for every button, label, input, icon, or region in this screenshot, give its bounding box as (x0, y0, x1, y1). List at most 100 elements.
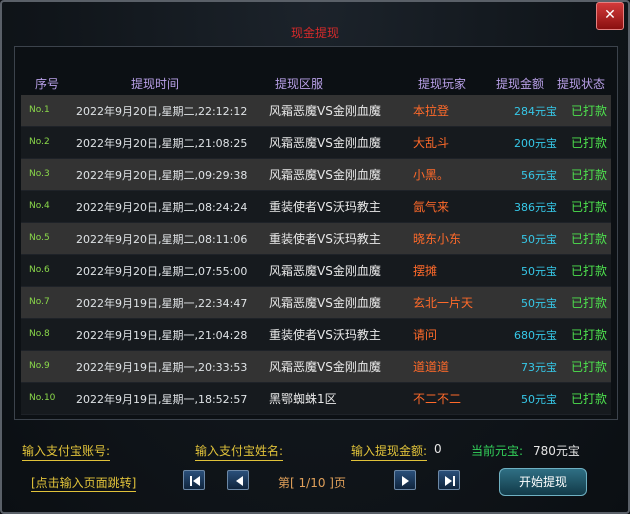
row-player: 不二不二 (413, 392, 462, 406)
first-page-button[interactable] (183, 470, 205, 490)
last-page-button[interactable] (438, 470, 460, 490)
col-server: 提现区服 (275, 77, 324, 91)
page-prefix: 第[ (278, 476, 295, 490)
row-status: 已打款 (571, 200, 608, 214)
balance-value: 780元宝 (533, 444, 580, 458)
row-index: No.1 (29, 105, 50, 115)
table-row: No.1 2022年9月20日,星期二,22:12:12 风霜恶魔VS金刚血魔 本拉登… (21, 95, 611, 127)
page-value: 1/10 (298, 476, 326, 490)
row-index: No.2 (29, 137, 50, 147)
withdraw-window: 现金提现 ✕ 序号 提现时间 提现区服 提现玩家 提现金额 提现状态 No.1 2… (0, 0, 630, 514)
balance-label: 当前元宝: (471, 444, 524, 458)
page-jump-link[interactable]: [点击输入页面跳转] (31, 474, 137, 492)
alipay-account-input[interactable]: 输入支付宝账号: (22, 442, 111, 461)
row-amount: 386元宝 (514, 201, 557, 214)
row-server: 风霜恶魔VS金刚血魔 (269, 136, 381, 150)
row-status: 已打款 (571, 392, 608, 406)
row-player: 晓东小东 (413, 232, 462, 246)
next-page-icon (402, 476, 409, 486)
row-index: No.10 (29, 393, 56, 403)
close-button[interactable]: ✕ (596, 2, 624, 30)
row-index: No.7 (29, 297, 50, 307)
row-player: 道道道 (413, 360, 450, 374)
row-status: 已打款 (571, 168, 608, 182)
table-row: No.2 2022年9月20日,星期二,21:08:25 风霜恶魔VS金刚血魔 大乱斗… (21, 127, 611, 159)
row-server: 黑鄂蜘蛛1区 (269, 392, 337, 406)
col-index: 序号 (35, 77, 60, 91)
alipay-name-input[interactable]: 输入支付宝姓名: (195, 442, 284, 461)
row-status: 已打款 (571, 328, 608, 342)
row-status: 已打款 (571, 136, 608, 150)
row-time: 2022年9月20日,星期二,08:24:24 (76, 201, 248, 214)
row-player: 请问 (413, 328, 438, 342)
row-time: 2022年9月19日,星期一,22:34:47 (76, 297, 248, 310)
row-index: No.5 (29, 233, 50, 243)
start-withdraw-button[interactable]: 开始提现 (499, 468, 587, 496)
row-status: 已打款 (571, 104, 608, 118)
row-player: 本拉登 (413, 104, 450, 118)
col-amount: 提现金额 (496, 77, 545, 91)
table-row: No.9 2022年9月19日,星期一,20:33:53 风霜恶魔VS金刚血魔 道道道… (21, 351, 611, 383)
row-player: 摆摊 (413, 264, 438, 278)
row-status: 已打款 (571, 264, 608, 278)
last-page-icon (445, 476, 455, 486)
row-player: 大乱斗 (413, 136, 450, 150)
withdraw-amount-value: 0 (434, 442, 442, 456)
row-time: 2022年9月20日,星期二,08:11:06 (76, 233, 248, 246)
table-row: No.4 2022年9月20日,星期二,08:24:24 重装使者VS沃玛教主 氤气来… (21, 191, 611, 223)
row-amount: 50元宝 (521, 233, 557, 246)
table-row: No.7 2022年9月19日,星期一,22:34:47 风霜恶魔VS金刚血魔 玄北一… (21, 287, 611, 319)
row-amount: 50元宝 (521, 393, 557, 406)
row-amount: 200元宝 (514, 137, 557, 150)
row-amount: 680元宝 (514, 329, 557, 342)
row-server: 风霜恶魔VS金刚血魔 (269, 264, 381, 278)
footer: 输入支付宝账号: 输入支付宝姓名: 输入提现金额: 0 当前元宝: 780元宝 … (2, 432, 628, 512)
row-player: 氤气来 (413, 200, 450, 214)
row-time: 2022年9月20日,星期二,09:29:38 (76, 169, 248, 182)
row-server: 重装使者VS沃玛教主 (269, 232, 381, 246)
row-server: 风霜恶魔VS金刚血魔 (269, 104, 381, 118)
prev-page-button[interactable] (227, 470, 249, 490)
table-row: No.8 2022年9月19日,星期一,21:04:28 重装使者VS沃玛教主 请问 6… (21, 319, 611, 351)
col-player: 提现玩家 (418, 77, 467, 91)
row-amount: 50元宝 (521, 297, 557, 310)
row-amount: 73元宝 (521, 361, 557, 374)
row-amount: 56元宝 (521, 169, 557, 182)
row-time: 2022年9月19日,星期一,21:04:28 (76, 329, 248, 342)
table-row: No.10 2022年9月19日,星期一,18:52:57 黑鄂蜘蛛1区 不二不二 50… (21, 383, 611, 415)
prev-page-icon (236, 476, 243, 486)
row-server: 风霜恶魔VS金刚血魔 (269, 296, 381, 310)
row-index: No.3 (29, 169, 50, 179)
table-row: No.6 2022年9月20日,星期二,07:55:00 风霜恶魔VS金刚血魔 摆摊 5… (21, 255, 611, 287)
row-player: 小黑。 (413, 168, 450, 182)
window-title: 现金提现 (290, 26, 339, 40)
table-row: No.3 2022年9月20日,星期二,09:29:38 风霜恶魔VS金刚血魔 小黑。… (21, 159, 611, 191)
row-amount: 50元宝 (521, 265, 557, 278)
row-server: 重装使者VS沃玛教主 (269, 200, 381, 214)
first-page-icon (190, 476, 200, 486)
row-player: 玄北一片天 (413, 296, 474, 310)
next-page-button[interactable] (394, 470, 416, 490)
table-header: 序号 提现时间 提现区服 提现玩家 提现金额 提现状态 (15, 47, 617, 91)
row-time: 2022年9月20日,星期二,22:12:12 (76, 105, 248, 118)
row-server: 重装使者VS沃玛教主 (269, 328, 381, 342)
row-index: No.9 (29, 361, 50, 371)
row-server: 风霜恶魔VS金刚血魔 (269, 168, 381, 182)
withdraw-amount-input[interactable]: 输入提现金额: (351, 442, 428, 461)
row-server: 风霜恶魔VS金刚血魔 (269, 360, 381, 374)
row-index: No.8 (29, 329, 50, 339)
col-status: 提现状态 (557, 77, 606, 91)
col-time: 提现时间 (131, 77, 180, 91)
page-indicator: 第[ 1/10 ]页 (278, 474, 346, 491)
row-index: No.6 (29, 265, 50, 275)
row-status: 已打款 (571, 296, 608, 310)
withdraw-table: 序号 提现时间 提现区服 提现玩家 提现金额 提现状态 No.1 2022年9月2… (14, 46, 618, 420)
row-amount: 284元宝 (514, 105, 557, 118)
page-jump-text: [点击输入页面跳转] (31, 476, 137, 492)
row-time: 2022年9月20日,星期二,07:55:00 (76, 265, 248, 278)
row-time: 2022年9月19日,星期一,20:33:53 (76, 361, 248, 374)
row-status: 已打款 (571, 232, 608, 246)
title-bar: 现金提现 ✕ (10, 2, 624, 48)
row-time: 2022年9月20日,星期二,21:08:25 (76, 137, 248, 150)
row-time: 2022年9月19日,星期一,18:52:57 (76, 393, 248, 406)
